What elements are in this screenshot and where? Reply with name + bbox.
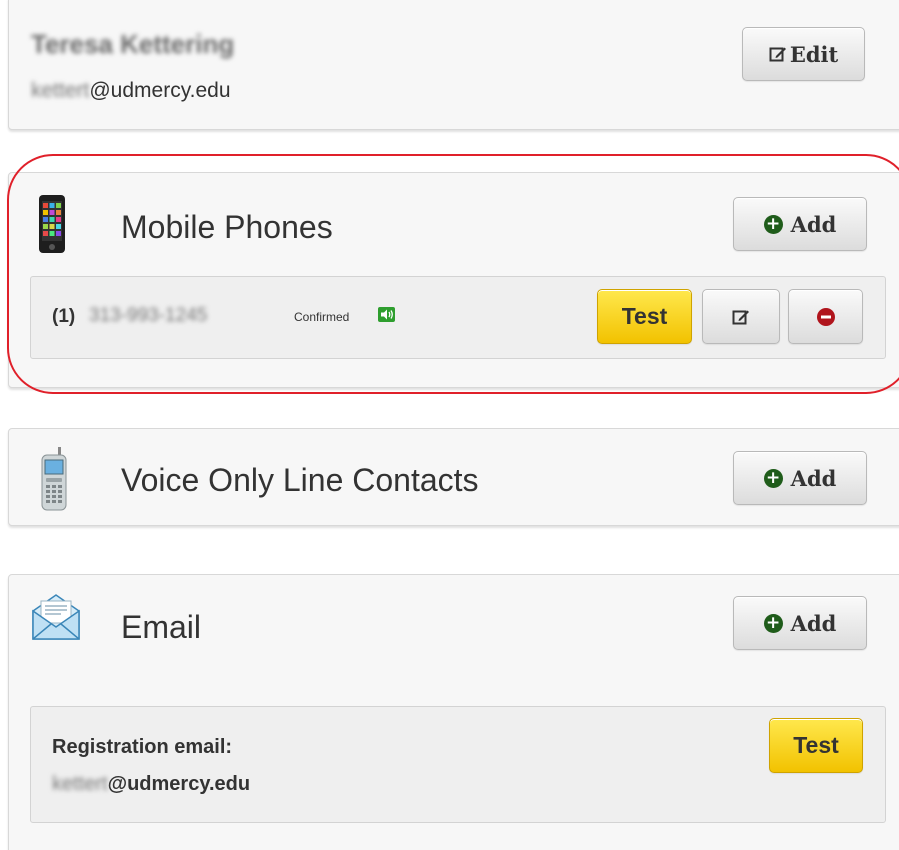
mobile-phone-entry: (1) 313-993-1245 Confirmed Test — [30, 276, 886, 359]
email-test-button[interactable]: Test — [769, 718, 863, 773]
email-title: Email — [121, 609, 202, 645]
speaker-icon — [378, 307, 395, 322]
feature-phone-icon — [41, 447, 67, 511]
smartphone-icon — [39, 195, 65, 253]
profile-email: kettert@udmercy.edu — [31, 79, 231, 102]
profile-name: Teresa Kettering — [31, 29, 235, 59]
registration-email-box: Registration email: kettert@udmercy.edu … — [30, 706, 886, 823]
edit-profile-button[interactable]: Edit — [742, 27, 865, 81]
plus-circle-icon: + — [763, 468, 783, 488]
mobile-phones-title: Mobile Phones — [121, 209, 333, 245]
voice-contacts-title: Voice Only Line Contacts — [121, 462, 479, 498]
email-add-button[interactable]: + Add — [733, 596, 867, 650]
phone-index: (1) — [52, 306, 76, 327]
registration-email-address: kettert@udmercy.edu — [52, 773, 251, 795]
mobile-test-button[interactable]: Test — [597, 289, 692, 344]
email-panel: Email + Add Registration email: kettert@… — [8, 574, 899, 850]
mobile-remove-button[interactable] — [788, 289, 863, 344]
edit-icon — [769, 47, 786, 62]
mobile-phones-panel: Mobile Phones + Add (1) 313-993-1245 Con… — [8, 172, 899, 388]
envelope-icon — [32, 594, 80, 640]
mobile-edit-button[interactable] — [702, 289, 780, 344]
edit-icon — [732, 310, 749, 324]
profile-panel: Teresa Kettering kettert@udmercy.edu Edi… — [8, 0, 899, 130]
plus-circle-icon: + — [763, 214, 783, 234]
voice-add-button[interactable]: + Add — [733, 451, 867, 505]
confirmed-status: Confirmed — [294, 310, 350, 324]
voice-contacts-panel: Voice Only Line Contacts + Add — [8, 428, 899, 526]
remove-icon — [816, 307, 835, 326]
registration-email-label: Registration email: — [52, 736, 233, 758]
phone-number: 313-993-1245 — [89, 305, 208, 326]
mobile-add-button[interactable]: + Add — [733, 197, 867, 251]
plus-circle-icon: + — [763, 613, 783, 633]
